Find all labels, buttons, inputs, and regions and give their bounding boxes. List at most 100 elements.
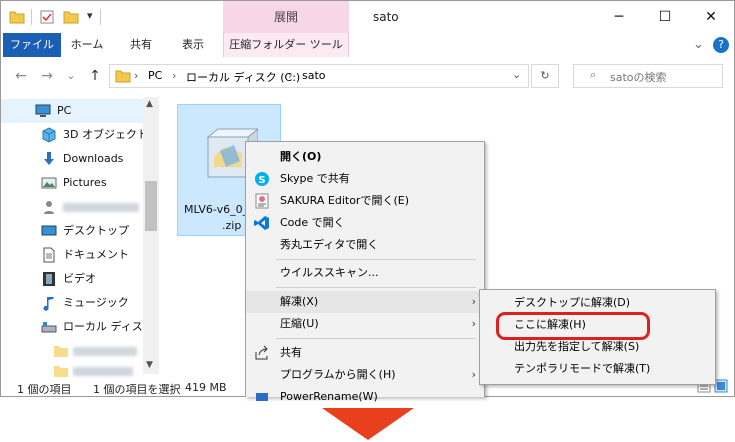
- sidebar-item-downloads[interactable]: Downloads: [1, 147, 143, 171]
- menu-item-virus-scan[interactable]: ウイルススキャン...: [246, 262, 484, 284]
- menu-item-share[interactable]: 共有: [246, 342, 484, 364]
- sidebar-item-pictures[interactable]: Pictures: [1, 171, 143, 195]
- submenu-item-extract-desktop[interactable]: デスクトップに解凍(D): [480, 292, 715, 314]
- blurred-label: [73, 367, 133, 376]
- sidebar-item-label: ミュージック: [63, 296, 129, 309]
- sidebar-item-label: Pictures: [63, 176, 107, 189]
- breadcrumb-separator: ›: [288, 69, 293, 82]
- qa-divider: [100, 9, 101, 25]
- highlight-annotation: [496, 312, 650, 340]
- tab-home[interactable]: ホーム: [67, 33, 107, 57]
- sidebar-item-music[interactable]: ミュージック: [1, 291, 143, 315]
- monitor-icon: [35, 104, 51, 117]
- menu-separator: [276, 259, 476, 260]
- ribbon-tabs: ファイル ホーム 共有 表示 圧縮フォルダー ツール ⌄ ?: [1, 33, 734, 58]
- menu-separator: [276, 287, 476, 288]
- powerrename-icon: [256, 393, 268, 401]
- menu-item-compress[interactable]: 圧縮(U) ›: [246, 313, 484, 335]
- sidebar-item-label: デスクトップ: [63, 224, 129, 237]
- qa-divider: [31, 9, 32, 25]
- user-folder-icon: [44, 201, 54, 214]
- document-icon: [43, 247, 55, 263]
- search-input[interactable]: ⌕ satoの検索: [573, 64, 723, 88]
- refresh-button[interactable]: ↻: [531, 64, 559, 88]
- breadcrumb-pc[interactable]: PC: [148, 69, 162, 82]
- recent-locations-button[interactable]: ⌄: [61, 66, 81, 86]
- film-icon: [43, 272, 55, 286]
- sidebar-item-local-disk[interactable]: ローカル ディスク (: [1, 315, 143, 339]
- search-icon: ⌕: [590, 68, 597, 81]
- desktop-icon: [41, 225, 57, 236]
- sidebar-item-3d-objects[interactable]: 3D オブジェクト: [1, 123, 143, 147]
- title-bar: ▾ 展開 sato ─ ☐ ✕: [1, 1, 734, 33]
- blurred-label: [73, 347, 137, 356]
- sidebar-item-videos[interactable]: ビデオ: [1, 267, 143, 291]
- vscode-icon: [254, 216, 269, 230]
- large-icons-view-icon[interactable]: [714, 379, 728, 393]
- tab-share[interactable]: 共有: [121, 33, 161, 57]
- sidebar-item-label: ドキュメント: [63, 248, 129, 261]
- folder-icon: [115, 70, 131, 83]
- submenu-arrow-icon: ›: [471, 368, 476, 381]
- navigation-bar: ← → ⌄ ↑ › PC › ローカル ディスク (C:) › sato ⌄ ↻…: [1, 57, 734, 95]
- sidebar-item-pc[interactable]: PC: [1, 99, 143, 123]
- menu-item-skype-share[interactable]: S Skype で共有: [246, 168, 484, 190]
- breadcrumb-separator: ›: [172, 69, 177, 82]
- scroll-down-icon[interactable]: ▼: [146, 360, 153, 370]
- scroll-up-icon[interactable]: ▲: [146, 99, 153, 109]
- submenu-item-extract-temporary[interactable]: テンポラリモードで解凍(T): [480, 358, 715, 380]
- back-button[interactable]: ←: [11, 66, 31, 86]
- maximize-button[interactable]: ☐: [642, 1, 688, 33]
- sidebar-item-label: ローカル ディスク (: [63, 320, 143, 333]
- file-name-line2: .zip: [222, 219, 242, 232]
- menu-item-powerrename[interactable]: PowerRename(W): [246, 386, 484, 408]
- menu-item-sakura-editor[interactable]: SAKURA Editorで開く(E): [246, 190, 484, 212]
- forward-button[interactable]: →: [37, 66, 57, 86]
- skype-icon: S: [255, 172, 269, 186]
- minimize-button[interactable]: ─: [596, 1, 642, 33]
- music-icon: [43, 297, 54, 311]
- address-bar[interactable]: › PC › ローカル ディスク (C:) › sato ⌄: [109, 64, 529, 88]
- help-icon[interactable]: ?: [713, 37, 729, 53]
- submenu-arrow-icon: ›: [471, 295, 476, 308]
- properties-icon[interactable]: [39, 9, 55, 25]
- sidebar-item-label: 3D オブジェクト: [63, 128, 143, 141]
- tab-file[interactable]: ファイル: [3, 33, 61, 57]
- breadcrumb-sato[interactable]: sato: [302, 69, 326, 82]
- sidebar-item-desktop[interactable]: デスクトップ: [1, 219, 143, 243]
- sidebar-scrollbar[interactable]: ▲ ▼: [143, 97, 159, 374]
- close-button[interactable]: ✕: [688, 1, 734, 33]
- ribbon-collapse-icon[interactable]: ⌄: [693, 37, 704, 52]
- svg-text:S: S: [258, 175, 265, 186]
- menu-item-extract[interactable]: 解凍(X) ›: [246, 291, 484, 313]
- scrollbar-thumb[interactable]: [145, 181, 157, 231]
- tab-compressed-folder-tools[interactable]: 圧縮フォルダー ツール: [223, 33, 349, 57]
- menu-item-code[interactable]: Code で開く: [246, 212, 484, 234]
- folder-icon: [9, 11, 25, 24]
- address-dropdown-icon[interactable]: ⌄: [512, 68, 521, 81]
- sidebar-item-label: PC: [57, 104, 72, 117]
- menu-item-hidemaru[interactable]: 秀丸エディタで開く: [246, 234, 484, 256]
- window-title: sato: [373, 10, 399, 24]
- menu-separator: [276, 338, 476, 339]
- breadcrumb-separator: ›: [134, 69, 139, 82]
- sidebar-item-user-folder[interactable]: [1, 195, 143, 219]
- folder-icon: [54, 346, 68, 357]
- search-placeholder: satoの検索: [610, 71, 667, 84]
- sidebar-item-documents[interactable]: ドキュメント: [1, 243, 143, 267]
- up-button[interactable]: ↑: [85, 66, 105, 86]
- navigation-pane: PC 3D オブジェクト Downloads Pictures デスクトップ ド…: [1, 97, 159, 377]
- menu-item-open-with[interactable]: プログラムから開く(H) ›: [246, 364, 484, 386]
- customize-qa-icon[interactable]: ▾: [87, 9, 93, 22]
- status-item-count: 1 個の項目: [17, 383, 72, 396]
- submenu-arrow-icon: ›: [471, 317, 476, 330]
- share-icon: [255, 345, 268, 360]
- new-folder-icon[interactable]: [63, 9, 79, 25]
- tab-view[interactable]: 表示: [173, 33, 213, 57]
- context-tab-extract[interactable]: 展開: [223, 1, 349, 33]
- status-size: 419 MB: [185, 381, 227, 394]
- sidebar-item-label: ビデオ: [63, 272, 96, 285]
- down-arrow-shape: [322, 408, 414, 440]
- breadcrumb-local-disk[interactable]: ローカル ディスク (C:): [186, 69, 300, 85]
- menu-item-open[interactable]: 開く(O): [246, 146, 484, 168]
